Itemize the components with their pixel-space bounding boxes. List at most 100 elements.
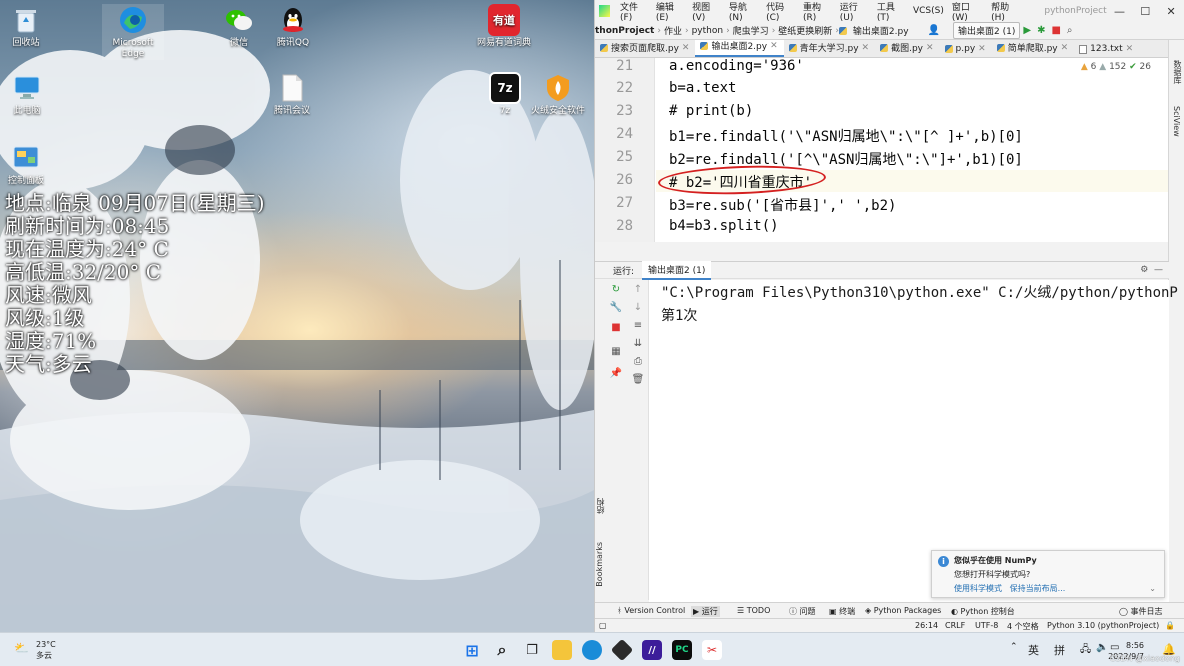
menu-window[interactable]: 窗口(W): [948, 0, 987, 23]
tab-python-packages[interactable]: ◈ Python Packages: [865, 606, 941, 615]
breadcrumb-folder[interactable]: 作业: [661, 24, 685, 37]
status-toggle-icon[interactable]: ▢: [599, 621, 607, 630]
tab-file[interactable]: 截图.py ✕: [875, 40, 939, 57]
close-tab-icon[interactable]: ✕: [770, 41, 778, 51]
stop-icon[interactable]: ■: [609, 322, 623, 333]
tab-terminal[interactable]: ▣ 终端: [829, 606, 855, 617]
ai-app-icon[interactable]: //: [642, 640, 662, 660]
database-tool-tab[interactable]: 数据库: [1172, 60, 1183, 84]
code-editor[interactable]: 21 22 23 24 25 26 27 28 a.encoding='936'…: [595, 58, 1169, 242]
settings-gear-icon[interactable]: ⚙ —: [1140, 265, 1163, 275]
rerun-icon[interactable]: ↻: [609, 284, 623, 295]
tab-version-control[interactable]: ᚼ Version Control: [617, 606, 685, 615]
breadcrumb-project[interactable]: thonProject: [595, 26, 657, 36]
task-view-icon[interactable]: ❐: [522, 640, 542, 660]
close-tab-icon[interactable]: ✕: [1061, 43, 1069, 53]
menu-edit[interactable]: 编辑(E): [652, 0, 688, 23]
down-arrow-icon[interactable]: ↓: [631, 302, 645, 313]
file-explorer-icon[interactable]: [552, 640, 572, 660]
run-icon[interactable]: ▶: [1023, 25, 1031, 36]
menu-help[interactable]: 帮助(H): [987, 0, 1024, 23]
tray-overflow-icon[interactable]: ⌃: [1010, 642, 1018, 652]
ime-pinyin[interactable]: 拼: [1054, 642, 1065, 658]
desktop-icon-control-panel[interactable]: 控制面板: [0, 142, 57, 187]
close-button[interactable]: ✕: [1158, 5, 1184, 18]
desktop-icon-youdao[interactable]: 有道 网易有道词典: [473, 4, 535, 49]
minimize-button[interactable]: —: [1107, 5, 1133, 18]
debug-icon[interactable]: ✱: [1037, 25, 1045, 36]
close-tab-icon[interactable]: ✕: [682, 43, 690, 53]
print-icon[interactable]: ⎙: [631, 356, 645, 367]
run-configuration-select[interactable]: 输出桌面2 (1): [953, 22, 1021, 39]
trash-icon[interactable]: 🗑: [631, 374, 645, 385]
breadcrumb-folder[interactable]: 爬虫学习: [730, 24, 772, 37]
close-tab-icon[interactable]: ✕: [862, 43, 870, 53]
edge-icon[interactable]: [582, 640, 602, 660]
desktop-icon-recycle-bin[interactable]: 回收站: [0, 4, 57, 49]
breadcrumb-file[interactable]: 输出桌面2.py: [850, 24, 912, 37]
breadcrumb-folder[interactable]: python: [689, 26, 726, 36]
tab-file[interactable]: 123.txt ✕: [1074, 42, 1139, 57]
use-scientific-mode-link[interactable]: 使用科学模式: [954, 584, 1002, 593]
close-tab-icon[interactable]: ✕: [978, 44, 986, 54]
volume-icon[interactable]: 🔈: [1096, 642, 1108, 653]
menu-code[interactable]: 代码(C): [762, 0, 799, 23]
pycharm-icon[interactable]: PC: [672, 640, 692, 660]
bookmarks-tool-tab[interactable]: Bookmarks: [595, 542, 604, 587]
run-panel-tab[interactable]: 输出桌面2 (1): [642, 260, 712, 280]
tab-file[interactable]: 简单爬取.py ✕: [992, 40, 1074, 57]
tab-file[interactable]: 青年大学习.py ✕: [784, 40, 875, 57]
lock-icon[interactable]: 🔒: [1165, 621, 1175, 630]
desktop-icon-qq[interactable]: 腾讯QQ: [262, 4, 324, 49]
snipping-tool-icon[interactable]: ✂: [702, 640, 722, 660]
stop-icon[interactable]: ■: [1051, 25, 1060, 36]
network-icon[interactable]: 🖧: [1080, 642, 1091, 659]
menu-run[interactable]: 运行(U): [836, 0, 873, 23]
menu-refactor[interactable]: 重构(R): [799, 0, 836, 23]
tab-problems[interactable]: ⓘ 问题: [789, 606, 816, 617]
desktop-icon-huorong[interactable]: 火绒安全软件: [527, 72, 589, 117]
cursor-position[interactable]: 26:14: [915, 621, 938, 630]
search-icon[interactable]: ⌕: [1067, 25, 1073, 36]
python-interpreter[interactable]: Python 3.10 (pythonProject): [1047, 621, 1159, 630]
close-tab-icon[interactable]: ✕: [926, 43, 934, 53]
desktop-icon-tencent-meeting[interactable]: 腾讯会议: [261, 72, 323, 117]
indent-setting[interactable]: 4 个空格: [1007, 621, 1039, 632]
menu-navigate[interactable]: 导航(N): [725, 0, 762, 23]
tab-file-active[interactable]: 输出桌面2.py ✕: [695, 40, 784, 57]
scroll-to-end-icon[interactable]: ⇊: [631, 338, 645, 349]
menu-file[interactable]: 文件(F): [616, 0, 652, 23]
tab-file[interactable]: p.py ✕: [940, 42, 992, 57]
pin-icon[interactable]: 📌: [609, 368, 623, 379]
cube-app-icon[interactable]: [610, 638, 634, 662]
desktop-icon-wechat[interactable]: 微信: [208, 4, 270, 49]
taskbar-weather[interactable]: ⛅ 23°C 多云: [14, 639, 56, 661]
keep-layout-link[interactable]: 保持当前布局...: [1010, 584, 1066, 593]
tab-python-console[interactable]: ◐ Python 控制台: [951, 606, 1015, 617]
sciview-tool-tab[interactable]: SciView: [1172, 106, 1181, 137]
tab-todo[interactable]: ☰ TODO: [737, 606, 770, 615]
maximize-button[interactable]: ☐: [1132, 5, 1158, 18]
chevron-down-icon[interactable]: ⌄: [1149, 584, 1156, 593]
desktop-icon-this-pc[interactable]: 此电脑: [0, 72, 58, 117]
user-icon[interactable]: 👤: [928, 25, 940, 36]
menu-vcs[interactable]: VCS(S): [909, 6, 948, 16]
desktop-icon-edge[interactable]: Microsoft Edge: [102, 4, 164, 60]
tab-event-log[interactable]: ◯ 事件日志: [1119, 606, 1163, 617]
tab-run[interactable]: ▶ 运行: [691, 606, 720, 617]
close-tab-icon[interactable]: ✕: [1126, 44, 1134, 54]
start-icon[interactable]: ⊞: [462, 640, 482, 660]
file-encoding[interactable]: UTF-8: [975, 621, 998, 630]
inspection-widget[interactable]: ▲ 6 ▲ 152 ✔ 26: [1081, 62, 1151, 72]
soft-wrap-icon[interactable]: ≡: [631, 320, 645, 331]
menu-tools[interactable]: 工具(T): [873, 0, 909, 23]
breadcrumb-folder[interactable]: 壁纸更换刷新: [775, 24, 835, 37]
layout-icon[interactable]: ▦: [609, 346, 623, 357]
line-separator[interactable]: CRLF: [945, 621, 965, 630]
tab-file[interactable]: 搜索页面爬取.py ✕: [595, 40, 695, 57]
ime-english[interactable]: 英: [1028, 642, 1039, 658]
wrench-icon[interactable]: 🔧: [609, 302, 623, 313]
up-arrow-icon[interactable]: ↑: [631, 284, 645, 295]
menu-view[interactable]: 视图(V): [688, 0, 725, 23]
search-icon[interactable]: ⌕: [492, 640, 512, 660]
